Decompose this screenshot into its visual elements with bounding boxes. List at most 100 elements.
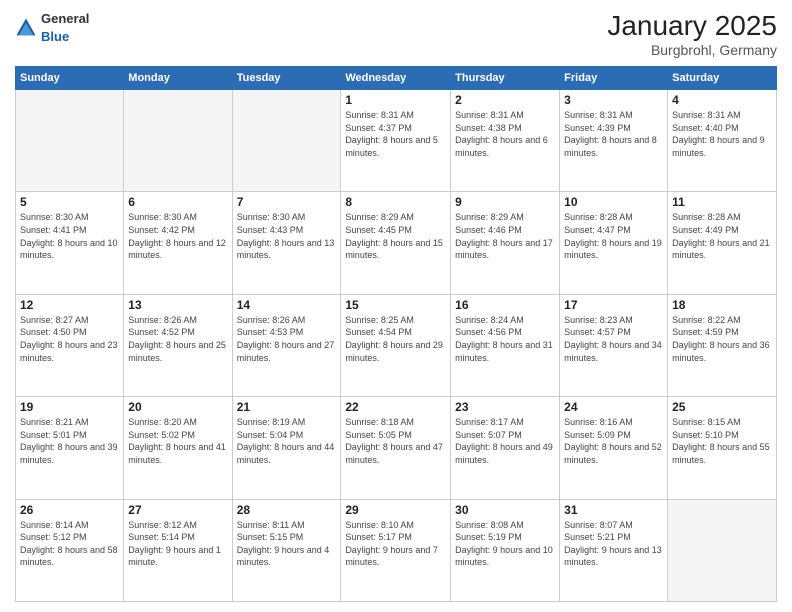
logo-icon bbox=[15, 17, 37, 39]
day-number: 3 bbox=[564, 93, 663, 107]
calendar-cell: 11 Sunrise: 8:28 AM Sunset: 4:49 PM Dayli… bbox=[668, 192, 777, 294]
calendar-cell: 28Sunrise: 8:11 AM Sunset: 5:15 PM Dayli… bbox=[232, 499, 341, 601]
calendar-cell: 21Sunrise: 8:19 AM Sunset: 5:04 PM Dayli… bbox=[232, 397, 341, 499]
day-number: 18 bbox=[672, 298, 772, 312]
calendar-cell: 24Sunrise: 8:16 AM Sunset: 5:09 PM Dayli… bbox=[560, 397, 668, 499]
calendar-cell: 17 Sunrise: 8:23 AM Sunset: 4:57 PM Dayli… bbox=[560, 294, 668, 396]
calendar-cell: 23Sunrise: 8:17 AM Sunset: 5:07 PM Dayli… bbox=[451, 397, 560, 499]
calendar-cell: 27 Sunrise: 8:12 AM Sunset: 5:14 PM Dayli… bbox=[124, 499, 232, 601]
calendar-cell: 6 Sunrise: 8:30 AM Sunset: 4:42 PM Daylig… bbox=[124, 192, 232, 294]
calendar-cell: 4 Sunrise: 8:31 AM Sunset: 4:40 PM Daylig… bbox=[668, 90, 777, 192]
day-info: Sunrise: 8:26 AM Sunset: 4:53 PM Dayligh… bbox=[237, 314, 337, 364]
day-number: 9 bbox=[455, 195, 555, 209]
day-number: 17 bbox=[564, 298, 663, 312]
calendar-day-header: Wednesday bbox=[341, 67, 451, 90]
day-number: 6 bbox=[128, 195, 227, 209]
day-number: 2 bbox=[455, 93, 555, 107]
calendar-cell: 7 Sunrise: 8:30 AM Sunset: 4:43 PM Daylig… bbox=[232, 192, 341, 294]
logo-general: General bbox=[41, 10, 89, 28]
calendar-week-row: 19Sunrise: 8:21 AM Sunset: 5:01 PM Dayli… bbox=[16, 397, 777, 499]
header: General Blue January 2025 Burgbrohl, Ger… bbox=[15, 10, 777, 58]
day-info: Sunrise: 8:26 AM Sunset: 4:52 PM Dayligh… bbox=[128, 314, 227, 364]
calendar-day-header: Monday bbox=[124, 67, 232, 90]
calendar-cell: 30Sunrise: 8:08 AM Sunset: 5:19 PM Dayli… bbox=[451, 499, 560, 601]
page-subtitle: Burgbrohl, Germany bbox=[607, 42, 777, 58]
page-title: January 2025 bbox=[607, 10, 777, 42]
day-number: 16 bbox=[455, 298, 555, 312]
calendar-cell: 10 Sunrise: 8:28 AM Sunset: 4:47 PM Dayli… bbox=[560, 192, 668, 294]
day-info: Sunrise: 8:29 AM Sunset: 4:45 PM Dayligh… bbox=[345, 211, 446, 261]
calendar-cell: 13 Sunrise: 8:26 AM Sunset: 4:52 PM Dayli… bbox=[124, 294, 232, 396]
day-info: Sunrise: 8:30 AM Sunset: 4:43 PM Dayligh… bbox=[237, 211, 337, 261]
calendar-cell: 19Sunrise: 8:21 AM Sunset: 5:01 PM Dayli… bbox=[16, 397, 124, 499]
day-info: Sunrise: 8:31 AM Sunset: 4:37 PM Dayligh… bbox=[345, 109, 446, 159]
day-number: 20 bbox=[128, 400, 227, 414]
day-info: Sunrise: 8:11 AM Sunset: 5:15 PM Dayligh… bbox=[237, 519, 337, 569]
day-info: Sunrise: 8:14 AM Sunset: 5:12 PM Dayligh… bbox=[20, 519, 119, 569]
day-info: Sunrise: 8:23 AM Sunset: 4:57 PM Dayligh… bbox=[564, 314, 663, 364]
logo-blue: Blue bbox=[41, 28, 89, 46]
title-block: January 2025 Burgbrohl, Germany bbox=[607, 10, 777, 58]
day-number: 7 bbox=[237, 195, 337, 209]
day-info: Sunrise: 8:30 AM Sunset: 4:42 PM Dayligh… bbox=[128, 211, 227, 261]
calendar-day-header: Saturday bbox=[668, 67, 777, 90]
calendar-day-header: Tuesday bbox=[232, 67, 341, 90]
calendar-header-row: SundayMondayTuesdayWednesdayThursdayFrid… bbox=[16, 67, 777, 90]
calendar-cell: 3Sunrise: 8:31 AM Sunset: 4:39 PM Daylig… bbox=[560, 90, 668, 192]
day-number: 22 bbox=[345, 400, 446, 414]
day-number: 26 bbox=[20, 503, 119, 517]
day-info: Sunrise: 8:19 AM Sunset: 5:04 PM Dayligh… bbox=[237, 416, 337, 466]
day-info: Sunrise: 8:31 AM Sunset: 4:38 PM Dayligh… bbox=[455, 109, 555, 159]
day-info: Sunrise: 8:31 AM Sunset: 4:40 PM Dayligh… bbox=[672, 109, 772, 159]
calendar-cell: 18 Sunrise: 8:22 AM Sunset: 4:59 PM Dayli… bbox=[668, 294, 777, 396]
calendar-cell: 20Sunrise: 8:20 AM Sunset: 5:02 PM Dayli… bbox=[124, 397, 232, 499]
calendar-cell: 2 Sunrise: 8:31 AM Sunset: 4:38 PM Daylig… bbox=[451, 90, 560, 192]
day-info: Sunrise: 8:08 AM Sunset: 5:19 PM Dayligh… bbox=[455, 519, 555, 569]
day-number: 1 bbox=[345, 93, 446, 107]
calendar-cell: 25Sunrise: 8:15 AM Sunset: 5:10 PM Dayli… bbox=[668, 397, 777, 499]
calendar-week-row: 12 Sunrise: 8:27 AM Sunset: 4:50 PM Dayli… bbox=[16, 294, 777, 396]
calendar-cell: 29Sunrise: 8:10 AM Sunset: 5:17 PM Dayli… bbox=[341, 499, 451, 601]
day-info: Sunrise: 8:07 AM Sunset: 5:21 PM Dayligh… bbox=[564, 519, 663, 569]
day-number: 13 bbox=[128, 298, 227, 312]
day-number: 19 bbox=[20, 400, 119, 414]
day-number: 15 bbox=[345, 298, 446, 312]
day-info: Sunrise: 8:16 AM Sunset: 5:09 PM Dayligh… bbox=[564, 416, 663, 466]
day-info: Sunrise: 8:30 AM Sunset: 4:41 PM Dayligh… bbox=[20, 211, 119, 261]
day-info: Sunrise: 8:22 AM Sunset: 4:59 PM Dayligh… bbox=[672, 314, 772, 364]
day-info: Sunrise: 8:18 AM Sunset: 5:05 PM Dayligh… bbox=[345, 416, 446, 466]
calendar-cell: 14 Sunrise: 8:26 AM Sunset: 4:53 PM Dayli… bbox=[232, 294, 341, 396]
day-number: 10 bbox=[564, 195, 663, 209]
day-info: Sunrise: 8:28 AM Sunset: 4:49 PM Dayligh… bbox=[672, 211, 772, 261]
calendar-table: SundayMondayTuesdayWednesdayThursdayFrid… bbox=[15, 66, 777, 602]
logo: General Blue bbox=[15, 10, 89, 46]
calendar-cell: 5 Sunrise: 8:30 AM Sunset: 4:41 PM Daylig… bbox=[16, 192, 124, 294]
day-number: 11 bbox=[672, 195, 772, 209]
calendar-week-row: 26 Sunrise: 8:14 AM Sunset: 5:12 PM Dayli… bbox=[16, 499, 777, 601]
day-number: 14 bbox=[237, 298, 337, 312]
day-number: 27 bbox=[128, 503, 227, 517]
day-info: Sunrise: 8:28 AM Sunset: 4:47 PM Dayligh… bbox=[564, 211, 663, 261]
calendar-cell: 26 Sunrise: 8:14 AM Sunset: 5:12 PM Dayli… bbox=[16, 499, 124, 601]
day-number: 5 bbox=[20, 195, 119, 209]
calendar-cell: 12 Sunrise: 8:27 AM Sunset: 4:50 PM Dayli… bbox=[16, 294, 124, 396]
calendar-cell: 9 Sunrise: 8:29 AM Sunset: 4:46 PM Daylig… bbox=[451, 192, 560, 294]
calendar-cell: 8 Sunrise: 8:29 AM Sunset: 4:45 PM Daylig… bbox=[341, 192, 451, 294]
day-number: 31 bbox=[564, 503, 663, 517]
calendar-cell: 15Sunrise: 8:25 AM Sunset: 4:54 PM Dayli… bbox=[341, 294, 451, 396]
page: General Blue January 2025 Burgbrohl, Ger… bbox=[0, 0, 792, 612]
day-number: 29 bbox=[345, 503, 446, 517]
calendar-cell: 22 Sunrise: 8:18 AM Sunset: 5:05 PM Dayli… bbox=[341, 397, 451, 499]
calendar-cell: 16Sunrise: 8:24 AM Sunset: 4:56 PM Dayli… bbox=[451, 294, 560, 396]
calendar-cell bbox=[668, 499, 777, 601]
day-info: Sunrise: 8:29 AM Sunset: 4:46 PM Dayligh… bbox=[455, 211, 555, 261]
day-number: 23 bbox=[455, 400, 555, 414]
day-info: Sunrise: 8:12 AM Sunset: 5:14 PM Dayligh… bbox=[128, 519, 227, 569]
calendar-day-header: Friday bbox=[560, 67, 668, 90]
day-number: 4 bbox=[672, 93, 772, 107]
calendar-day-header: Thursday bbox=[451, 67, 560, 90]
day-info: Sunrise: 8:27 AM Sunset: 4:50 PM Dayligh… bbox=[20, 314, 119, 364]
day-number: 8 bbox=[345, 195, 446, 209]
calendar-day-header: Sunday bbox=[16, 67, 124, 90]
day-number: 12 bbox=[20, 298, 119, 312]
